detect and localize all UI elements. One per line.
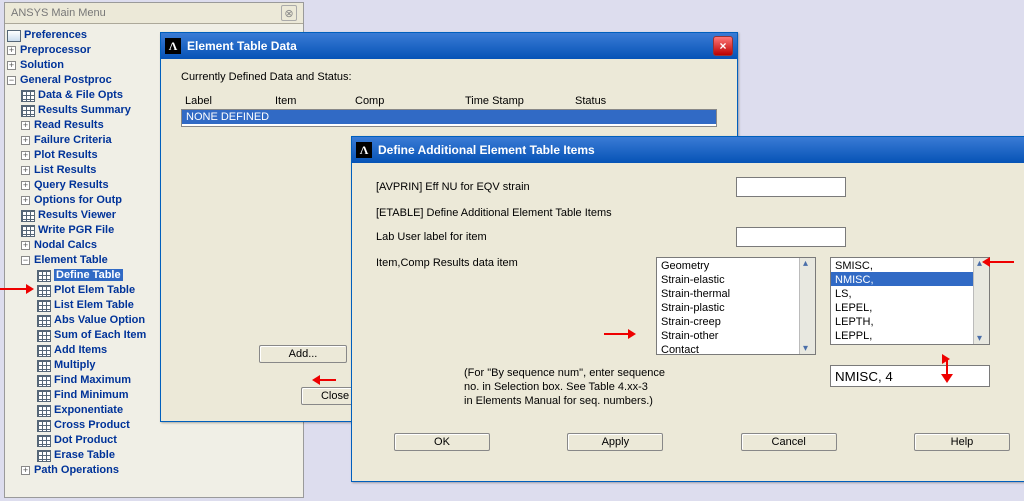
scrollbar-icon[interactable] (799, 258, 815, 354)
window-title-def: Define Additional Element Table Items (378, 143, 595, 157)
main-menu-title-text: ANSYS Main Menu (11, 7, 106, 19)
list-option[interactable]: Geometry (657, 258, 815, 272)
expand-icon[interactable]: + (21, 151, 30, 160)
list-option[interactable]: Strain-plastic (657, 300, 815, 314)
itemcomp-label: Item,Comp Results data item (376, 257, 656, 269)
hint1: (For "By sequence num", enter sequence (464, 367, 764, 379)
table-icon (21, 105, 35, 117)
list-option[interactable]: LEPEL, (831, 300, 989, 314)
expand-icon[interactable]: − (21, 256, 30, 265)
expand-icon[interactable]: + (7, 46, 16, 55)
table-icon (37, 420, 51, 432)
list-option[interactable]: Strain-creep (657, 314, 815, 328)
table-icon (37, 330, 51, 342)
annotation-arrow-define-table (0, 288, 32, 290)
cancel-button[interactable]: Cancel (741, 433, 837, 451)
menu-item-path-operations[interactable]: +Path Operations (7, 463, 301, 478)
annotation-arrowhead-selbox (941, 374, 953, 389)
list-option[interactable]: Contact (657, 342, 815, 355)
expand-icon[interactable]: + (21, 136, 30, 145)
col-item: Item (275, 95, 355, 107)
table-icon (37, 375, 51, 387)
titlebar-etd[interactable]: Λ Element Table Data × (161, 33, 737, 59)
menu-collapse-icon[interactable]: ⊗ (281, 5, 297, 21)
table-icon (37, 450, 51, 462)
lab-input[interactable] (736, 227, 846, 247)
expand-icon[interactable]: + (21, 121, 30, 130)
col-time: Time Stamp (465, 95, 575, 107)
menu-item-erase-table[interactable]: Erase Table (7, 448, 301, 463)
avprin-label: [AVPRIN] Eff NU for EQV strain (376, 181, 656, 193)
expand-icon[interactable]: + (21, 196, 30, 205)
col-status: Status (575, 95, 606, 107)
hint2: no. in Selection box. See Table 4.xx-3 (464, 381, 764, 393)
main-menu-title: ANSYS Main Menu ⊗ (5, 3, 303, 24)
list-option[interactable]: SMISC, (831, 258, 989, 272)
avprin-input[interactable] (736, 177, 846, 197)
table-icon (37, 405, 51, 417)
ansys-logo-icon: Λ (356, 142, 372, 158)
col-label: Label (185, 95, 275, 107)
list-option[interactable]: Strain-elastic (657, 272, 815, 286)
hint3: in Elements Manual for seq. numbers.) (464, 395, 764, 407)
help-button[interactable]: Help (914, 433, 1010, 451)
table-icon (37, 270, 51, 282)
list-option[interactable]: NMISC, (831, 272, 989, 286)
scrollbar-icon[interactable] (973, 258, 989, 344)
list-option[interactable]: Strain-thermal (657, 286, 815, 300)
table-icon (37, 315, 51, 327)
close-icon[interactable]: × (713, 36, 733, 56)
expand-icon[interactable]: + (7, 61, 16, 70)
menu-item-dot-product[interactable]: Dot Product (7, 433, 301, 448)
table-icon (37, 390, 51, 402)
table-icon (37, 345, 51, 357)
expand-icon[interactable]: + (21, 166, 30, 175)
expand-icon[interactable]: + (21, 241, 30, 250)
window-title-etd: Element Table Data (187, 39, 297, 53)
lab-label: Lab User label for item (376, 231, 656, 243)
expand-icon[interactable]: + (21, 181, 30, 190)
expand-icon[interactable]: − (7, 76, 16, 85)
annotation-arrow-add (314, 379, 336, 381)
comp-listbox[interactable]: SMISC,NMISC,LS,LEPEL,LEPTH,LEPPL, (830, 257, 990, 345)
list-option[interactable]: LS, (831, 286, 989, 300)
etable-label: [ETABLE] Define Additional Element Table… (376, 207, 1024, 219)
ansys-logo-icon: Λ (165, 38, 181, 54)
table-icon (21, 225, 35, 237)
list-option[interactable]: Strain-other (657, 328, 815, 342)
col-comp: Comp (355, 95, 465, 107)
annotation-arrow-list1 (604, 333, 634, 335)
expand-icon[interactable]: + (21, 466, 30, 475)
table-icon (37, 435, 51, 447)
etd-row-none[interactable]: NONE DEFINED (182, 110, 716, 124)
etd-subhead: Currently Defined Data and Status: (181, 71, 717, 83)
list-option[interactable]: LEPPL, (831, 328, 989, 342)
etd-table[interactable]: NONE DEFINED (181, 109, 717, 127)
table-icon (37, 360, 51, 372)
selection-input[interactable] (830, 365, 990, 387)
table-icon (37, 300, 51, 312)
document-icon (7, 30, 21, 42)
etd-columns: Label Item Comp Time Stamp Status (181, 95, 717, 107)
add-button[interactable]: Add... (259, 345, 347, 363)
item-listbox[interactable]: GeometryStrain-elasticStrain-thermalStra… (656, 257, 816, 355)
table-icon (21, 90, 35, 102)
table-icon (37, 285, 51, 297)
apply-button[interactable]: Apply (567, 433, 663, 451)
ok-button[interactable]: OK (394, 433, 490, 451)
table-icon (21, 210, 35, 222)
list-option[interactable]: LEPTH, (831, 314, 989, 328)
titlebar-def[interactable]: Λ Define Additional Element Table Items … (352, 137, 1024, 163)
window-define-etable: Λ Define Additional Element Table Items … (351, 136, 1024, 482)
annotation-arrow-list2 (984, 261, 1014, 263)
